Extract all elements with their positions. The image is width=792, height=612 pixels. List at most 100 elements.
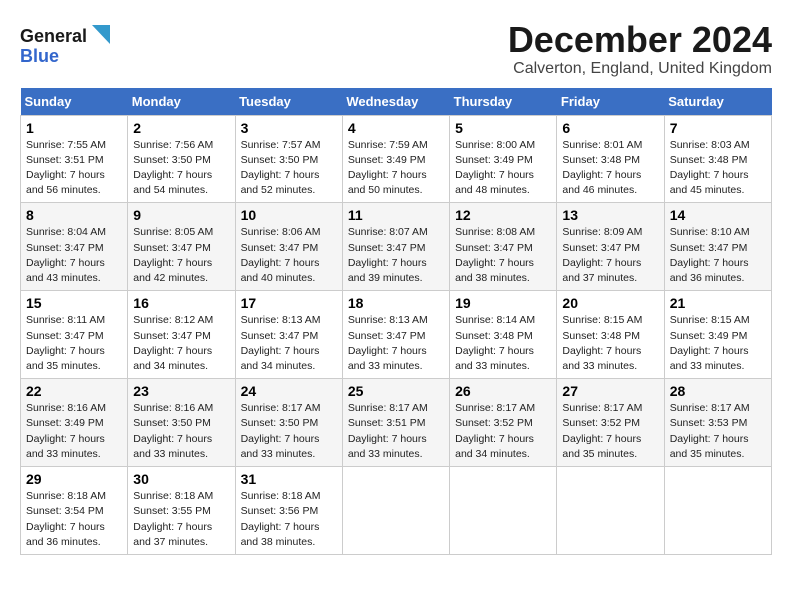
day-info: Sunrise: 8:09 AMSunset: 3:47 PMDaylight:… — [562, 225, 658, 286]
day-number: 27 — [562, 383, 658, 399]
day-info: Sunrise: 8:00 AMSunset: 3:49 PMDaylight:… — [455, 138, 551, 199]
day-number: 16 — [133, 295, 229, 311]
calendar-cell: 21 Sunrise: 8:15 AMSunset: 3:49 PMDayligh… — [664, 291, 771, 379]
column-header-saturday: Saturday — [664, 88, 771, 116]
calendar-cell: 29 Sunrise: 8:18 AMSunset: 3:54 PMDayligh… — [21, 467, 128, 555]
day-number: 19 — [455, 295, 551, 311]
column-header-sunday: Sunday — [21, 88, 128, 116]
calendar-week-row: 1 Sunrise: 7:55 AMSunset: 3:51 PMDaylight… — [21, 115, 772, 203]
day-number: 10 — [241, 207, 337, 223]
day-info: Sunrise: 8:17 AMSunset: 3:51 PMDaylight:… — [348, 401, 444, 462]
calendar-cell: 22 Sunrise: 8:16 AMSunset: 3:49 PMDayligh… — [21, 379, 128, 467]
day-info: Sunrise: 8:16 AMSunset: 3:50 PMDaylight:… — [133, 401, 229, 462]
day-number: 29 — [26, 471, 122, 487]
day-info: Sunrise: 8:11 AMSunset: 3:47 PMDaylight:… — [26, 313, 122, 374]
calendar-cell — [557, 467, 664, 555]
calendar-week-row: 29 Sunrise: 8:18 AMSunset: 3:54 PMDayligh… — [21, 467, 772, 555]
calendar-cell: 27 Sunrise: 8:17 AMSunset: 3:52 PMDayligh… — [557, 379, 664, 467]
day-number: 5 — [455, 120, 551, 136]
day-info: Sunrise: 8:04 AMSunset: 3:47 PMDaylight:… — [26, 225, 122, 286]
day-number: 3 — [241, 120, 337, 136]
calendar-cell — [450, 467, 557, 555]
calendar-cell: 14Sunrise: 8:10 AMSunset: 3:47 PMDayligh… — [664, 203, 771, 291]
day-info: Sunrise: 8:12 AMSunset: 3:47 PMDaylight:… — [133, 313, 229, 374]
day-info: Sunrise: 7:55 AMSunset: 3:51 PMDaylight:… — [26, 138, 122, 199]
calendar-cell: 12 Sunrise: 8:08 AMSunset: 3:47 PMDayligh… — [450, 203, 557, 291]
day-info: Sunrise: 8:17 AMSunset: 3:53 PMDaylight:… — [670, 401, 766, 462]
day-number: 14 — [670, 207, 766, 223]
calendar-cell: 15 Sunrise: 8:11 AMSunset: 3:47 PMDayligh… — [21, 291, 128, 379]
calendar-cell — [664, 467, 771, 555]
day-info: Sunrise: 8:14 AMSunset: 3:48 PMDaylight:… — [455, 313, 551, 374]
column-header-thursday: Thursday — [450, 88, 557, 116]
calendar-cell: 31 Sunrise: 8:18 AMSunset: 3:56 PMDayligh… — [235, 467, 342, 555]
day-info: Sunrise: 8:05 AMSunset: 3:47 PMDaylight:… — [133, 225, 229, 286]
calendar-cell: 20 Sunrise: 8:15 AMSunset: 3:48 PMDayligh… — [557, 291, 664, 379]
day-number: 28 — [670, 383, 766, 399]
day-info: Sunrise: 8:18 AMSunset: 3:56 PMDaylight:… — [241, 489, 337, 550]
calendar-cell: 18 Sunrise: 8:13 AMSunset: 3:47 PMDayligh… — [342, 291, 449, 379]
day-number: 1 — [26, 120, 122, 136]
day-info: Sunrise: 8:13 AMSunset: 3:47 PMDaylight:… — [348, 313, 444, 374]
calendar-table: SundayMondayTuesdayWednesdayThursdayFrid… — [20, 88, 772, 555]
day-info: Sunrise: 8:06 AMSunset: 3:47 PMDaylight:… — [241, 225, 337, 286]
column-header-friday: Friday — [557, 88, 664, 116]
day-info: Sunrise: 8:08 AMSunset: 3:47 PMDaylight:… — [455, 225, 551, 286]
day-info: Sunrise: 8:15 AMSunset: 3:48 PMDaylight:… — [562, 313, 658, 374]
day-info: Sunrise: 7:56 AMSunset: 3:50 PMDaylight:… — [133, 138, 229, 199]
day-info: Sunrise: 8:07 AMSunset: 3:47 PMDaylight:… — [348, 225, 444, 286]
day-number: 30 — [133, 471, 229, 487]
calendar-cell: 4Sunrise: 7:59 AMSunset: 3:49 PMDaylight… — [342, 115, 449, 203]
day-number: 22 — [26, 383, 122, 399]
calendar-cell: 26 Sunrise: 8:17 AMSunset: 3:52 PMDayligh… — [450, 379, 557, 467]
day-number: 23 — [133, 383, 229, 399]
logo-svg: General Blue — [20, 20, 110, 70]
calendar-cell: 1 Sunrise: 7:55 AMSunset: 3:51 PMDaylight… — [21, 115, 128, 203]
month-title: December 2024 — [508, 20, 772, 60]
calendar-week-row: 15 Sunrise: 8:11 AMSunset: 3:47 PMDayligh… — [21, 291, 772, 379]
day-info: Sunrise: 8:17 AMSunset: 3:52 PMDaylight:… — [562, 401, 658, 462]
day-info: Sunrise: 7:59 AMSunset: 3:49 PMDaylight:… — [348, 138, 444, 199]
svg-text:Blue: Blue — [20, 46, 59, 66]
day-info: Sunrise: 8:01 AMSunset: 3:48 PMDaylight:… — [562, 138, 658, 199]
column-header-monday: Monday — [128, 88, 235, 116]
day-info: Sunrise: 8:03 AMSunset: 3:48 PMDaylight:… — [670, 138, 766, 199]
title-block: December 2024 Calverton, England, United… — [508, 20, 772, 78]
day-info: Sunrise: 8:18 AMSunset: 3:55 PMDaylight:… — [133, 489, 229, 550]
day-info: Sunrise: 7:57 AMSunset: 3:50 PMDaylight:… — [241, 138, 337, 199]
day-info: Sunrise: 8:13 AMSunset: 3:47 PMDaylight:… — [241, 313, 337, 374]
day-number: 21 — [670, 295, 766, 311]
calendar-cell: 10 Sunrise: 8:06 AMSunset: 3:47 PMDayligh… — [235, 203, 342, 291]
calendar-cell: 24Sunrise: 8:17 AMSunset: 3:50 PMDayligh… — [235, 379, 342, 467]
day-info: Sunrise: 8:15 AMSunset: 3:49 PMDaylight:… — [670, 313, 766, 374]
day-number: 6 — [562, 120, 658, 136]
day-number: 24 — [241, 383, 337, 399]
day-info: Sunrise: 8:18 AMSunset: 3:54 PMDaylight:… — [26, 489, 122, 550]
day-number: 18 — [348, 295, 444, 311]
day-number: 13 — [562, 207, 658, 223]
calendar-cell: 11Sunrise: 8:07 AMSunset: 3:47 PMDayligh… — [342, 203, 449, 291]
calendar-cell: 7Sunrise: 8:03 AMSunset: 3:48 PMDaylight… — [664, 115, 771, 203]
day-number: 12 — [455, 207, 551, 223]
calendar-cell: 9 Sunrise: 8:05 AMSunset: 3:47 PMDaylight… — [128, 203, 235, 291]
logo: General Blue — [20, 20, 110, 70]
calendar-cell: 16 Sunrise: 8:12 AMSunset: 3:47 PMDayligh… — [128, 291, 235, 379]
calendar-week-row: 8 Sunrise: 8:04 AMSunset: 3:47 PMDaylight… — [21, 203, 772, 291]
day-number: 8 — [26, 207, 122, 223]
calendar-cell: 6 Sunrise: 8:01 AMSunset: 3:48 PMDaylight… — [557, 115, 664, 203]
svg-text:General: General — [20, 26, 87, 46]
day-number: 20 — [562, 295, 658, 311]
day-number: 9 — [133, 207, 229, 223]
calendar-cell: 8 Sunrise: 8:04 AMSunset: 3:47 PMDaylight… — [21, 203, 128, 291]
day-info: Sunrise: 8:16 AMSunset: 3:49 PMDaylight:… — [26, 401, 122, 462]
calendar-header-row: SundayMondayTuesdayWednesdayThursdayFrid… — [21, 88, 772, 116]
calendar-week-row: 22 Sunrise: 8:16 AMSunset: 3:49 PMDayligh… — [21, 379, 772, 467]
calendar-cell: 19 Sunrise: 8:14 AMSunset: 3:48 PMDayligh… — [450, 291, 557, 379]
day-info: Sunrise: 8:17 AMSunset: 3:52 PMDaylight:… — [455, 401, 551, 462]
calendar-cell: 13 Sunrise: 8:09 AMSunset: 3:47 PMDayligh… — [557, 203, 664, 291]
page-header: General Blue December 2024 Calverton, En… — [20, 20, 772, 78]
day-number: 15 — [26, 295, 122, 311]
day-number: 2 — [133, 120, 229, 136]
day-number: 31 — [241, 471, 337, 487]
day-number: 26 — [455, 383, 551, 399]
